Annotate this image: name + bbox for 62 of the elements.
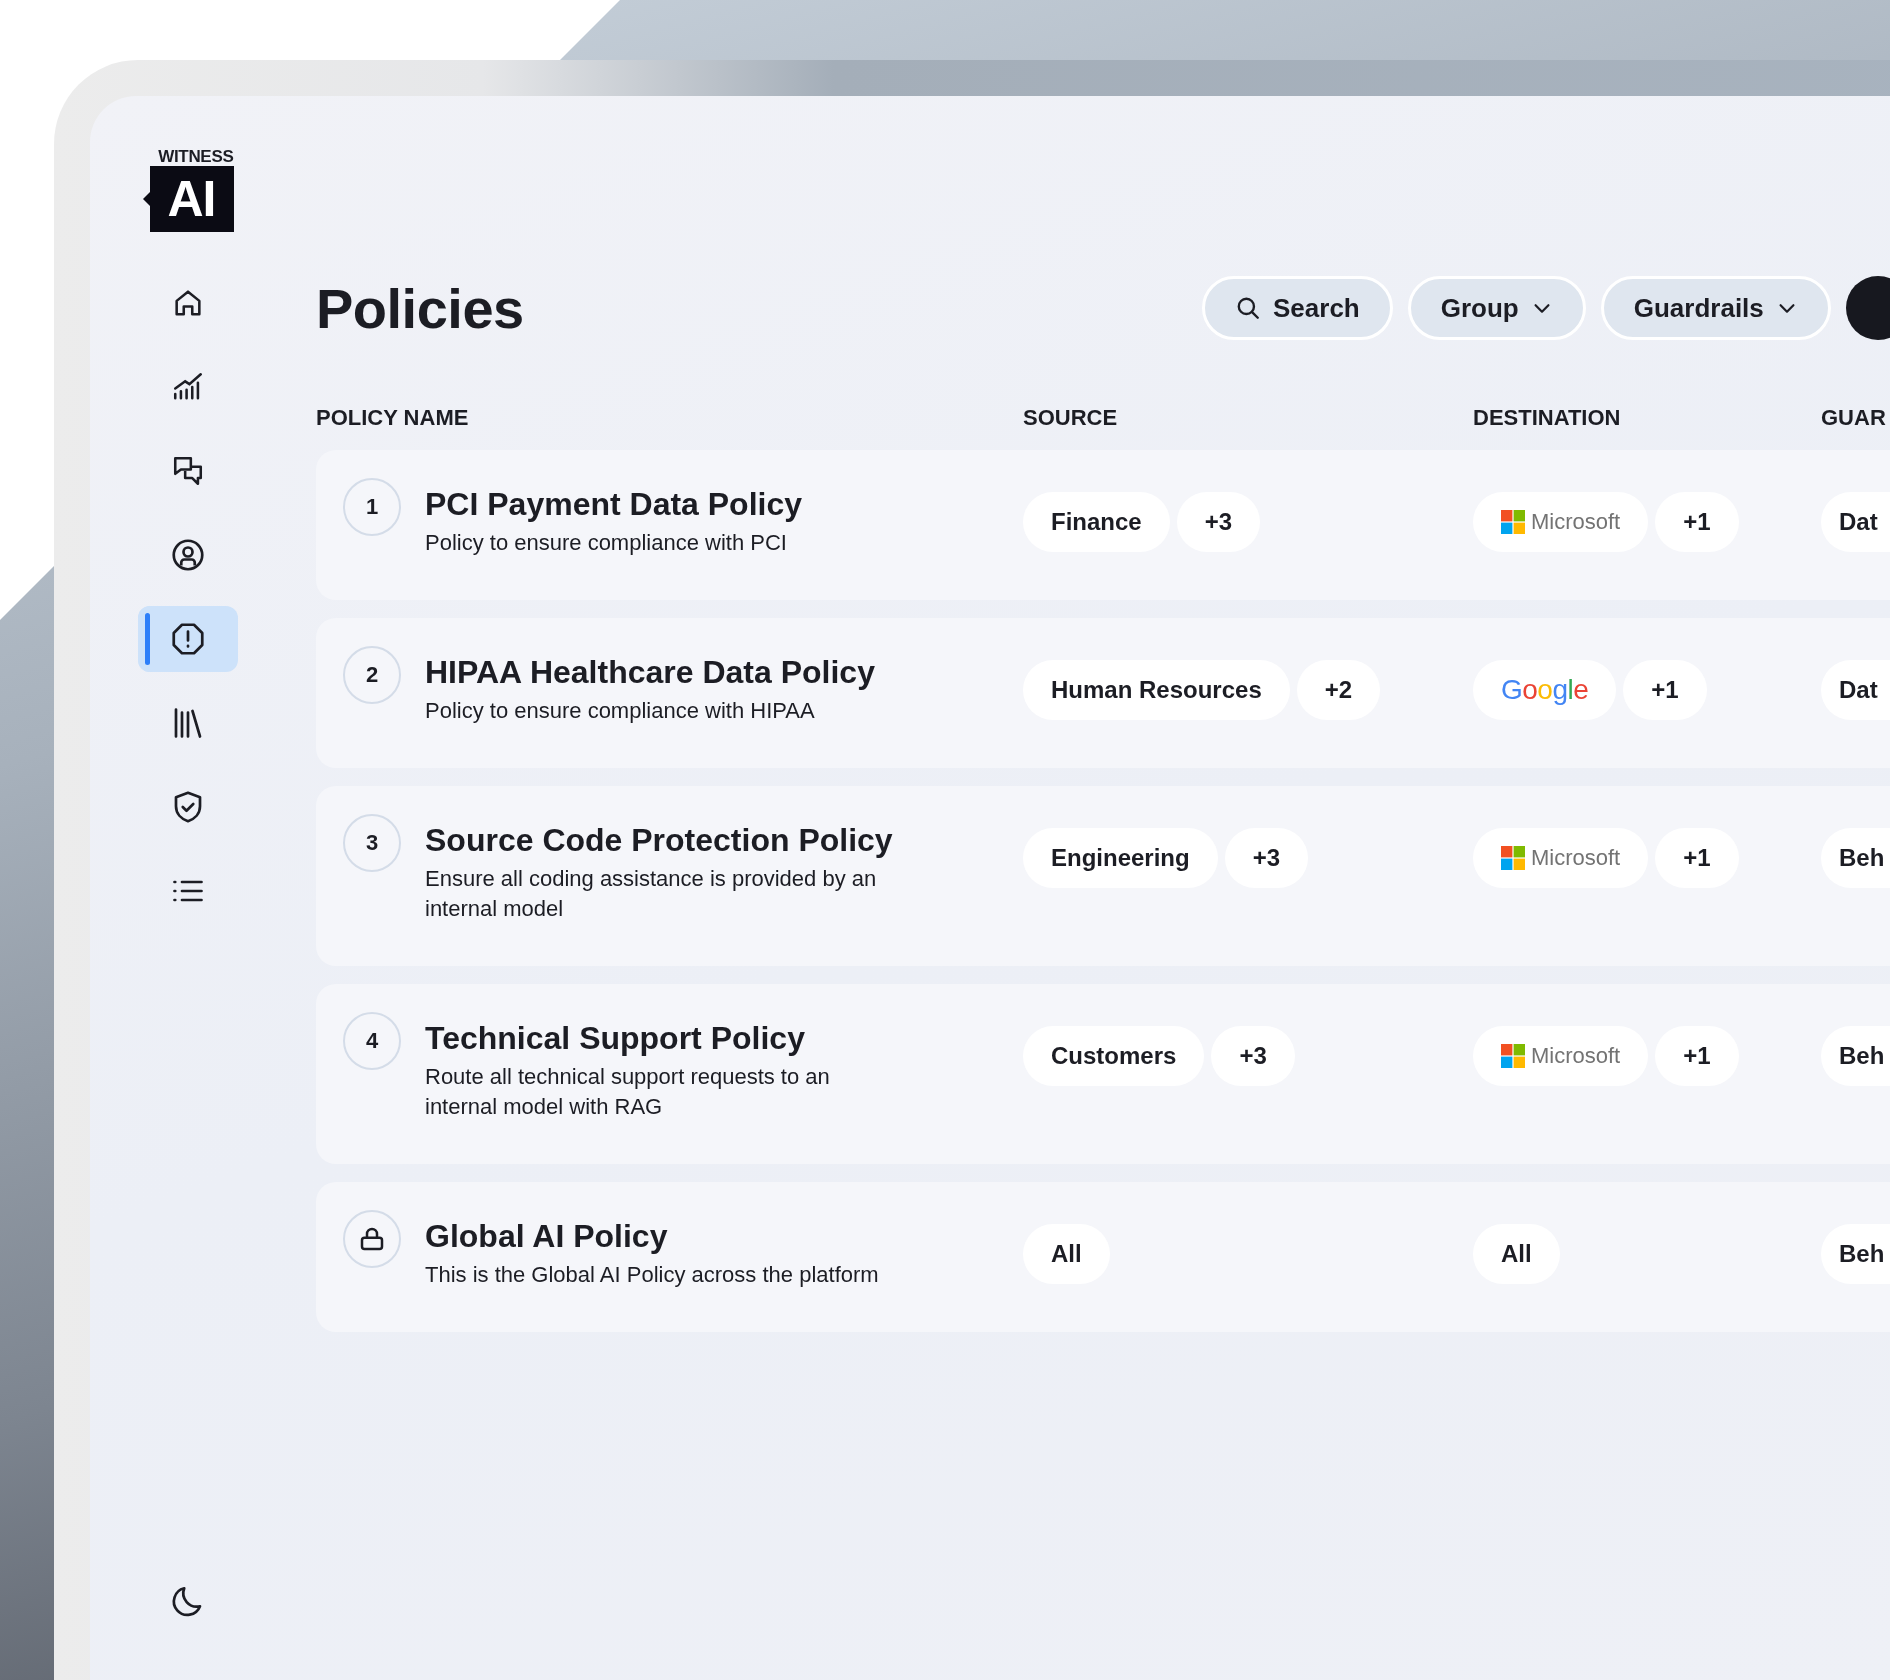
source-tag: Human Resources <box>1023 660 1290 720</box>
four-squares-icon <box>1501 846 1525 870</box>
policy-description: Ensure all coding assistance is provided by an internal model <box>425 865 878 923</box>
policy-description: This is the Global AI Policy across the platform <box>425 1261 879 1289</box>
policy-name: Global AI Policy <box>425 1217 669 1256</box>
destination-logo-tag: Microsoft <box>1473 828 1649 888</box>
four-squares-icon <box>1501 1044 1525 1068</box>
destination-tag: +1 <box>1655 1026 1739 1086</box>
row-number: 1 <box>343 478 401 536</box>
policy-row[interactable]: 4 Technical Support Policy Route all technical support requests to an internal model with RAG Customers +3 Microsoft +1 Beh <box>316 984 1890 1164</box>
filter-dropdown[interactable]: Group <box>1407 276 1586 340</box>
policy-row[interactable]: 1 PCI Payment Data Policy Policy to ensure compliance with PCI Finance +3 Microsoft +1 Dat <box>316 450 1890 600</box>
guardrail-tag: Dat <box>1821 660 1890 720</box>
user-circle-icon <box>170 537 206 573</box>
source-tag: +3 <box>1211 1026 1295 1086</box>
policy-name: PCI Payment Data Policy <box>425 485 803 524</box>
destination-logo-tag: Microsoft <box>1473 492 1649 552</box>
source-tag: +3 <box>1224 828 1309 888</box>
source-tag: +2 <box>1296 660 1381 720</box>
logo-mark: AI <box>149 166 234 232</box>
destination-logo-tag: Google <box>1473 660 1617 720</box>
page-title: Policies <box>316 275 525 341</box>
column-header: GUAR <box>1821 406 1887 430</box>
policy-name: Source Code Protection Policy <box>425 821 893 860</box>
source-tag: All <box>1023 1224 1110 1284</box>
destination-tag: +1 <box>1623 660 1707 720</box>
source-tag: Customers <box>1023 1026 1205 1086</box>
source-tag: Finance <box>1023 492 1170 552</box>
nav-item[interactable] <box>138 606 238 672</box>
source-tag: Engineering <box>1023 828 1218 888</box>
policy-name: Technical Support Policy <box>425 1019 806 1058</box>
destination-tag: +1 <box>1655 492 1739 552</box>
source-tag: +3 <box>1176 492 1261 552</box>
destination-tag: +1 <box>1655 828 1739 888</box>
filter-dropdown[interactable]: Guardrails <box>1600 276 1831 340</box>
alert-octagon-icon <box>170 621 206 657</box>
four-squares-icon <box>1501 510 1525 534</box>
policy-row[interactable]: 2 HIPAA Healthcare Data Policy Policy to ensure compliance with HIPAA Human Resources +2 Google +1 Dat <box>316 618 1890 768</box>
search-button[interactable]: Search <box>1202 276 1393 340</box>
guardrail-tag: Beh <box>1821 1026 1890 1086</box>
column-header: SOURCE <box>1023 406 1119 430</box>
row-number: 3 <box>343 814 401 872</box>
guardrail-tag: Beh <box>1821 1224 1890 1284</box>
policy-row[interactable]: Global AI Policy This is the Global AI Policy across the platform All All Beh <box>316 1182 1890 1332</box>
logo-notch-icon <box>142 192 150 206</box>
policy-description: Route all technical support requests to an internal model with RAG <box>425 1063 831 1121</box>
chat-icon <box>171 454 205 488</box>
destination-tag: All <box>1473 1224 1560 1284</box>
row-number: 2 <box>343 646 401 704</box>
policy-row[interactable]: 3 Source Code Protection Policy Ensure all coding assistance is provided by an internal model Engineering +3 Microsoft +1 Beh <box>316 786 1890 966</box>
logo-wordmark: WITNESS <box>158 148 234 166</box>
policy-description: Policy to ensure compliance with HIPAA <box>425 697 816 725</box>
account-avatar[interactable] <box>1845 276 1890 340</box>
destination-logo-tag: Microsoft <box>1473 1026 1649 1086</box>
guardrail-tag: Beh <box>1821 828 1890 888</box>
policy-description: Policy to ensure compliance with PCI <box>425 529 788 557</box>
policy-name: HIPAA Healthcare Data Policy <box>425 653 875 692</box>
column-header: POLICY NAME <box>316 406 470 430</box>
guardrail-tag: Dat <box>1821 492 1890 552</box>
search-icon <box>1235 295 1261 321</box>
row-number: 4 <box>343 1012 401 1070</box>
column-header: DESTINATION <box>1473 406 1622 430</box>
